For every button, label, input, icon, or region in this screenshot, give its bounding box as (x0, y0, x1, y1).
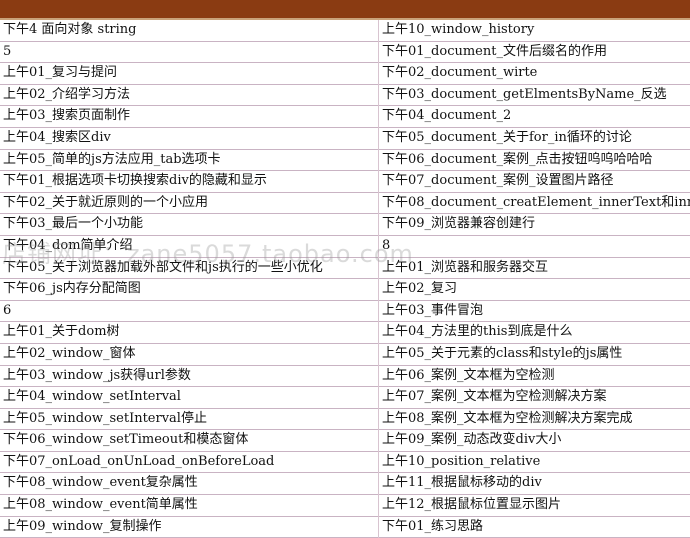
list-item: 上午09_案例_动态改变div大小 (379, 430, 690, 452)
list-item: 下午07_onLoad_onUnLoad_onBeforeLoad (0, 452, 378, 474)
list-item: 下午09_浏览器兼容创建行 (379, 214, 690, 236)
list-item: 上午09_window_复制操作 (0, 517, 378, 538)
list-item: 下午08_document_creatElement_innerText和inn… (379, 193, 690, 215)
list-item: 下午4 面向对象 string (0, 20, 378, 42)
list-item: 下午04_document_2 (379, 106, 690, 128)
list-item: 上午04_方法里的this到底是什么 (379, 322, 690, 344)
list-item: 上午03_window_js获得url参数 (0, 366, 378, 388)
left-column: 下午4 面向对象 string 5 上午01_复习与提问 上午02_介绍学习方法… (0, 20, 378, 538)
list-item: 下午04_dom简单介绍 (0, 236, 378, 258)
list-item: 上午01_浏览器和服务器交互 (379, 258, 690, 280)
list-item: 上午05_关于元素的class和style的js属性 (379, 344, 690, 366)
section-number: 6 (0, 301, 378, 323)
list-item: 上午03_搜索页面制作 (0, 106, 378, 128)
list-item: 上午05_简单的js方法应用_tab选项卡 (0, 150, 378, 172)
list-item: 下午06_window_setTimeout和模态窗体 (0, 430, 378, 452)
list-item: 上午08_案例_文本框为空检测解决方案完成 (379, 409, 690, 431)
list-item: 上午08_window_event简单属性 (0, 495, 378, 517)
list-item: 下午02_document_wirte (379, 63, 690, 85)
list-item: 下午07_document_案例_设置图片路径 (379, 171, 690, 193)
list-item: 上午10_position_relative (379, 452, 690, 474)
list-item: 下午06_js内存分配简图 (0, 279, 378, 301)
list-item: 上午02_介绍学习方法 (0, 85, 378, 107)
list-item: 下午03_最后一个小功能 (0, 214, 378, 236)
list-item: 上午10_window_history (379, 20, 690, 42)
header-bar (0, 0, 690, 20)
list-item: 下午05_关于浏览器加载外部文件和js执行的一些小优化 (0, 258, 378, 280)
list-item: 上午06_案例_文本框为空检测 (379, 366, 690, 388)
list-item: 下午01_document_文件后缀名的作用 (379, 42, 690, 64)
list-item: 上午04_搜索区div (0, 128, 378, 150)
list-item: 下午06_document_案例_点击按钮呜呜哈哈哈 (379, 150, 690, 172)
list-item: 上午05_window_setInterval停止 (0, 409, 378, 431)
list-item: 上午03_事件冒泡 (379, 301, 690, 323)
list-item: 上午01_复习与提问 (0, 63, 378, 85)
list-item: 上午01_关于dom树 (0, 322, 378, 344)
list-item: 下午03_document_getElmentsByName_反选 (379, 85, 690, 107)
section-number: 8 (379, 236, 690, 258)
list-item: 上午02_window_窗体 (0, 344, 378, 366)
list-item: 下午01_根据选项卡切换搜索div的隐藏和显示 (0, 171, 378, 193)
list-item: 下午01_练习思路 (379, 517, 690, 538)
list-item: 上午07_案例_文本框为空检测解决方案 (379, 387, 690, 409)
list-item: 下午08_window_event复杂属性 (0, 473, 378, 496)
list-item: 下午02_关于就近原则的一个小应用 (0, 193, 378, 215)
right-column: 上午10_window_history 下午01_document_文件后缀名的… (378, 20, 690, 538)
section-number: 5 (0, 42, 378, 64)
list-item: 下午05_document_关于for_in循环的讨论 (379, 128, 690, 150)
list-item: 上午02_复习 (379, 279, 690, 301)
list-item: 上午12_根据鼠标位置显示图片 (379, 495, 690, 517)
list-item: 上午11_根据鼠标移动的div (379, 473, 690, 496)
list-item: 上午04_window_setInterval (0, 387, 378, 409)
